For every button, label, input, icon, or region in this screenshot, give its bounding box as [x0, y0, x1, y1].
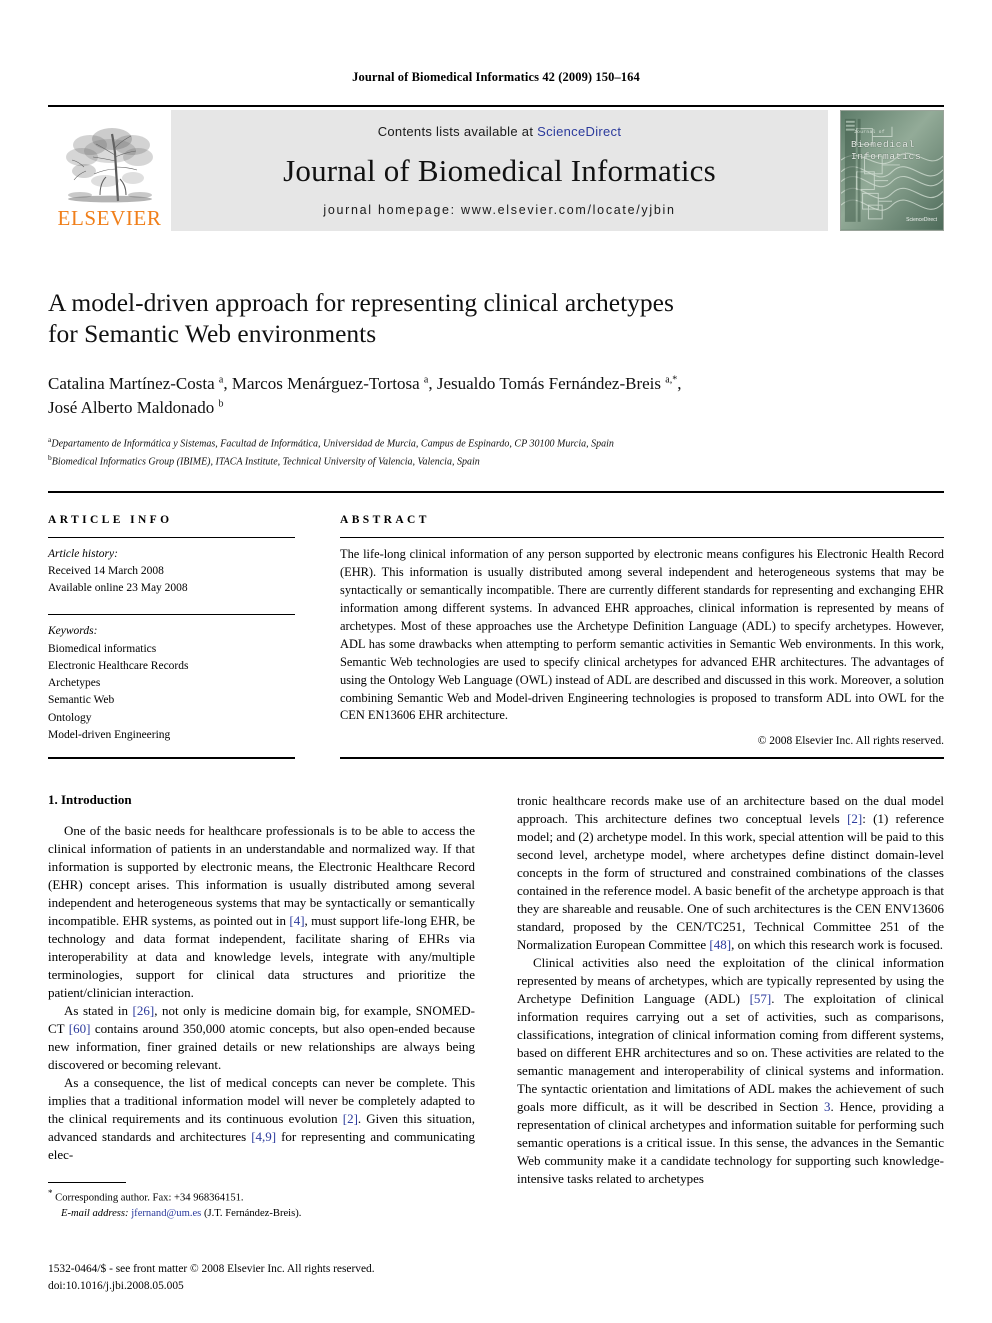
body-paragraph: As a consequence, the list of medical co…	[48, 1075, 475, 1163]
body-rule-right	[340, 757, 944, 760]
footnote-star-marker: *	[48, 1188, 53, 1198]
abstract-rule	[340, 536, 944, 538]
body-right-column: tronic healthcare records make use of an…	[517, 792, 944, 1188]
abstract-text: The life-long clinical information of an…	[340, 546, 944, 723]
body-paragraph: One of the basic needs for healthcare pr…	[48, 823, 475, 1001]
body-paragraph: As stated in [26], not only is medicine …	[48, 1003, 475, 1073]
author-4: José Alberto Maldonado	[48, 397, 219, 417]
keyword-item: Ontology	[48, 711, 92, 724]
citation-ref[interactable]: [2]	[343, 1111, 358, 1126]
abstract-column: ABSTRACT The life-long clinical informat…	[340, 513, 944, 748]
footnote-email-line: E-mail address: jfernand@um.es (J.T. Fer…	[48, 1206, 458, 1221]
article-info-rule	[48, 536, 295, 538]
author-sep-2: , Jesualdo Tomás Fernández-Breis	[428, 373, 666, 393]
cover-title-line2: Informatics	[851, 151, 922, 162]
section-ref[interactable]: 3	[824, 1099, 831, 1114]
cover-sciencedirect-badge: ScienceDirect	[906, 216, 937, 223]
keyword-item: Biomedical informatics	[48, 642, 157, 655]
article-info-column: ARTICLE INFO Article history: Received 1…	[48, 514, 295, 748]
info-section-top-rule	[48, 490, 944, 493]
author-sep-1: , Marcos Menárguez-Tortosa	[223, 373, 424, 393]
author-sep-3: ,	[677, 373, 682, 393]
keyword-item: Archetypes	[48, 677, 101, 690]
title-block: A model-driven approach for representing…	[48, 287, 944, 470]
journal-homepage-line[interactable]: journal homepage: www.elsevier.com/locat…	[323, 203, 675, 217]
info-abstract-row: ARTICLE INFO Article history: Received 1…	[48, 513, 944, 748]
paper-title-line2: for Semantic Web environments	[48, 319, 377, 349]
paper-title-line1: A model-driven approach for representing…	[48, 288, 674, 317]
body-column-gap	[475, 792, 517, 1188]
elsevier-wordmark: ELSEVIER	[57, 206, 162, 230]
citation-ref[interactable]: [4]	[289, 913, 304, 928]
journal-masthead: ELSEVIER Contents lists available at Sci…	[48, 110, 944, 231]
footnote-email-suffix: (J.T. Fernández-Breis).	[203, 1207, 302, 1219]
citation-ref[interactable]: [60]	[69, 1021, 91, 1036]
article-history-received: Received 14 March 2008	[48, 564, 164, 577]
contents-prefix-text: Contents lists available at	[377, 124, 538, 139]
masthead-center-panel: Contents lists available at ScienceDirec…	[171, 110, 828, 231]
affiliation-a: aDepartamento de Informática y Sistemas,…	[48, 434, 944, 452]
footnote-rule	[48, 1182, 126, 1183]
page-footer: 1532-0464/$ - see front matter © 2008 El…	[48, 1261, 568, 1294]
footnote-corresponding-author: * Corresponding author. Fax: +34 9683641…	[48, 1187, 458, 1206]
journal-cover-thumbnail: Journal of Biomedical Informatics Scienc…	[840, 110, 944, 231]
citation-ref[interactable]: [26]	[133, 1003, 155, 1018]
citation-ref[interactable]: [48]	[709, 937, 731, 952]
author-3-affil-marker: a,*	[665, 374, 678, 386]
article-history-online: Available online 23 May 2008	[48, 582, 188, 595]
elsevier-logo: ELSEVIER	[48, 110, 171, 231]
keyword-item: Model-driven Engineering	[48, 728, 171, 741]
sciencedirect-link[interactable]: ScienceDirect	[537, 124, 621, 139]
body-rule-gap	[295, 757, 340, 759]
keywords-label: Keywords:	[48, 625, 98, 638]
keywords-rule	[48, 614, 295, 616]
body-columns: 1. Introduction One of the basic needs f…	[48, 792, 944, 1188]
cover-mini-label: Journal of	[854, 130, 886, 135]
author-1: Catalina Martínez-Costa	[48, 373, 219, 393]
abstract-copyright: © 2008 Elsevier Inc. All rights reserved…	[757, 735, 944, 748]
footer-doi-line[interactable]: doi:10.1016/j.jbi.2008.05.005	[48, 1278, 568, 1295]
citation-ref[interactable]: [4,9]	[251, 1129, 276, 1144]
email-link[interactable]: jfernand@um.es	[131, 1208, 201, 1219]
contents-available-line: Contents lists available at ScienceDirec…	[378, 124, 622, 139]
running-head: Journal of Biomedical Informatics 42 (20…	[352, 70, 640, 84]
keywords-block: Keywords: Biomedical informatics Electro…	[48, 623, 295, 744]
keyword-item: Electronic Healthcare Records	[48, 659, 189, 672]
footer-issn-line: 1532-0464/$ - see front matter © 2008 El…	[48, 1263, 375, 1275]
footnote-block: * Corresponding author. Fax: +34 9683641…	[48, 1182, 458, 1221]
affiliation-b-text: Biomedical Informatics Group (IBIME), IT…	[51, 456, 480, 468]
citation-ref[interactable]: [2]	[847, 811, 862, 826]
article-info-label: ARTICLE INFO	[48, 513, 173, 526]
body-paragraph: tronic healthcare records make use of an…	[517, 793, 944, 953]
cover-artwork	[841, 111, 943, 230]
column-gap	[295, 514, 340, 748]
citation-ref[interactable]: [57]	[750, 991, 772, 1006]
abstract-label: ABSTRACT	[340, 513, 430, 526]
masthead-top-rule	[48, 105, 944, 107]
page-title: A model-driven approach for representing…	[48, 287, 944, 350]
cover-title-line1: Biomedical	[851, 139, 916, 150]
section-heading-introduction: 1. Introduction	[48, 792, 132, 808]
author-4-affil-marker: b	[218, 398, 224, 410]
author-list: Catalina Martínez-Costa a, Marcos Menárg…	[48, 372, 944, 420]
journal-title: Journal of Biomedical Informatics	[283, 153, 716, 188]
keyword-item: Semantic Web	[48, 694, 115, 707]
affiliation-a-text: Departamento de Informática y Sistemas, …	[51, 438, 614, 450]
body-paragraph: Clinical activities also need the exploi…	[517, 955, 944, 1187]
footnote-email-label: E-mail address:	[61, 1207, 129, 1219]
body-rule-left	[48, 757, 295, 760]
affiliations: aDepartamento de Informática y Sistemas,…	[48, 434, 944, 470]
elsevier-tree-icon	[65, 128, 153, 203]
body-left-column: 1. Introduction One of the basic needs f…	[48, 792, 475, 1188]
article-history-label: Article history:	[48, 547, 118, 560]
footnote-corresponding-text: Corresponding author. Fax: +34 968364151…	[55, 1192, 244, 1204]
article-page: Journal of Biomedical Informatics 42 (20…	[0, 0, 992, 1323]
body-top-rules	[48, 757, 944, 760]
affiliation-b: bBiomedical Informatics Group (IBIME), I…	[48, 452, 944, 470]
